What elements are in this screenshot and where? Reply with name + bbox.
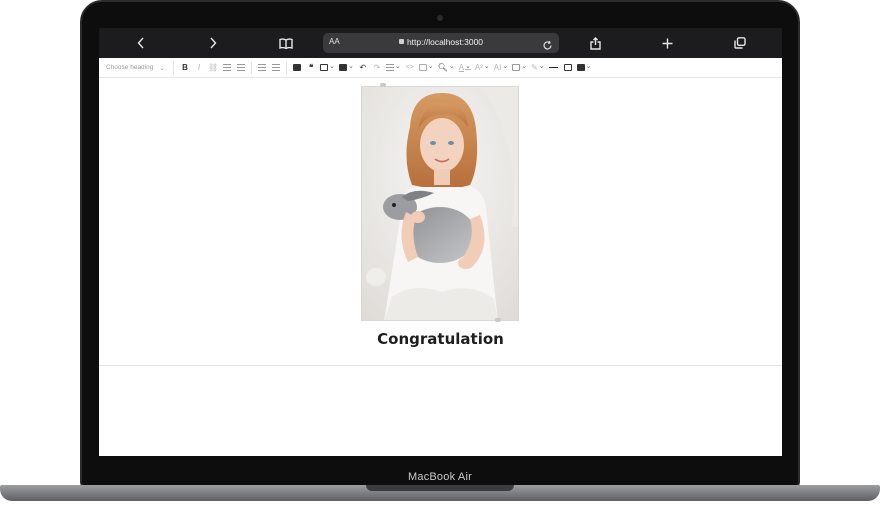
chevron-left-icon	[137, 37, 144, 49]
background-color-dropdown[interactable]	[510, 61, 529, 75]
back-button[interactable]	[133, 28, 149, 58]
heading-dropdown-value: Choose heading	[106, 64, 154, 71]
source-icon	[418, 64, 427, 71]
link-icon: ⛓	[208, 63, 219, 72]
lock-icon	[398, 39, 404, 44]
font-family-dropdown[interactable]: AI	[492, 61, 510, 75]
horizontal-line-icon	[549, 66, 559, 69]
chevron-right-icon	[210, 37, 217, 49]
media-icon	[339, 64, 348, 71]
font-color-dropdown[interactable]: A	[457, 61, 473, 75]
safari-toolbar: AA http://localhost:3000	[99, 28, 782, 58]
background-color-icon	[512, 64, 521, 71]
bulleted-list-icon	[223, 64, 232, 71]
inserted-image[interactable]	[361, 86, 519, 321]
content-divider	[99, 365, 782, 366]
redo-button[interactable]: ↷	[370, 61, 384, 75]
indent-icon	[272, 64, 281, 71]
new-tab-button[interactable]	[659, 28, 675, 58]
image-icon	[293, 64, 302, 71]
undo-icon: ↶	[359, 63, 367, 72]
image-caption[interactable]: Congratulation	[99, 330, 782, 348]
blockquote-button[interactable]: ❝	[304, 61, 318, 75]
share-button[interactable]	[587, 28, 603, 58]
numbered-list-icon	[237, 64, 246, 71]
align-icon	[385, 64, 394, 71]
numbered-list-button[interactable]	[234, 61, 248, 75]
editor-toolbar: Choose heading ⌄ B I ⛓ ❝ ↶ ↷ <> 🔍︎ A A² …	[99, 58, 782, 78]
laptop-mockup: AA http://localhost:3000 Choose heading …	[0, 0, 880, 506]
indent-button[interactable]	[269, 61, 283, 75]
share-icon	[589, 36, 601, 50]
code-button[interactable]: <>	[403, 61, 417, 75]
plus-icon	[662, 38, 672, 48]
browser-screen: AA http://localhost:3000 Choose heading …	[99, 28, 782, 456]
toolbar-separator	[251, 61, 253, 74]
image-resize-handle[interactable]	[380, 83, 386, 87]
book-icon	[279, 37, 293, 49]
search-icon: 🔍︎	[437, 63, 448, 72]
outdent-button[interactable]	[255, 61, 269, 75]
html-embed-icon	[563, 64, 572, 71]
table-icon	[320, 64, 329, 71]
address-bar[interactable]: AA http://localhost:3000	[323, 33, 559, 53]
laptop-base-notch	[366, 485, 514, 491]
chevron-down-icon: ⌄	[159, 64, 165, 72]
find-replace-button[interactable]: 🔍︎	[436, 61, 457, 75]
insert-image-button[interactable]	[290, 61, 304, 75]
reload-button[interactable]	[542, 36, 553, 55]
insert-image-dropdown[interactable]	[575, 61, 594, 75]
url-text: http://localhost:3000	[323, 37, 559, 47]
highlight-dropdown[interactable]: ✎	[529, 61, 547, 75]
image-upload-icon	[576, 64, 585, 71]
horizontal-line-button[interactable]	[547, 61, 561, 75]
camera-dot	[437, 15, 443, 21]
tabs-icon	[734, 37, 746, 49]
forward-button[interactable]	[205, 28, 221, 58]
outdent-icon	[258, 64, 267, 71]
reload-icon	[543, 40, 552, 50]
heading-dropdown[interactable]: Choose heading ⌄	[104, 60, 174, 75]
font-size-dropdown[interactable]: A²	[473, 61, 492, 75]
bold-button[interactable]: B	[178, 61, 192, 75]
alignment-dropdown[interactable]	[384, 61, 403, 75]
toolbar-separator	[286, 61, 288, 74]
quote-icon: ❝	[309, 63, 314, 72]
image-resize-handle[interactable]	[495, 318, 501, 322]
html-embed-button[interactable]	[561, 61, 575, 75]
bookmarks-button[interactable]	[277, 28, 295, 58]
source-editing-button[interactable]	[417, 61, 436, 75]
link-button[interactable]: ⛓	[206, 61, 220, 75]
redo-icon: ↷	[373, 63, 381, 72]
italic-button[interactable]: I	[192, 61, 206, 75]
device-label: MacBook Air	[408, 471, 472, 483]
url-value: http://localhost:3000	[406, 37, 484, 47]
insert-media-button[interactable]	[337, 61, 356, 75]
bulleted-list-button[interactable]	[220, 61, 234, 75]
girl-with-rabbit-photo	[362, 87, 518, 320]
tabs-overview-button[interactable]	[732, 28, 748, 58]
highlight-pen-icon: ✎	[531, 63, 538, 72]
insert-table-button[interactable]	[318, 61, 337, 75]
undo-button[interactable]: ↶	[356, 61, 370, 75]
